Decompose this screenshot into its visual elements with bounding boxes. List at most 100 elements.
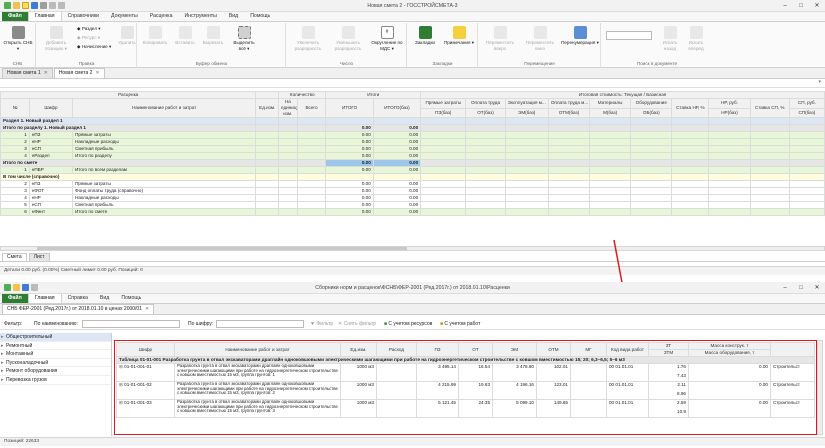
close-icon[interactable]: ✕: [44, 69, 48, 78]
resource-button[interactable]: ◆ Ресурс ▾: [77, 35, 100, 41]
cell-itogo[interactable]: 0.00: [325, 201, 374, 209]
cell-extra[interactable]: [504, 208, 549, 216]
cell-extra[interactable]: [465, 117, 506, 125]
cell-perunit[interactable]: [278, 180, 298, 188]
cell-itogo-base[interactable]: 0.00: [372, 152, 422, 160]
cell-extra[interactable]: [630, 117, 673, 125]
with-works-button[interactable]: ■ С учетом работ: [440, 318, 480, 330]
cell-extra[interactable]: [547, 131, 591, 139]
cell-extra[interactable]: [749, 131, 790, 139]
cell-extra[interactable]: [504, 187, 549, 195]
cell-itogo-base[interactable]: 0.00: [372, 187, 422, 195]
cell-code[interactable]: нФОТ: [28, 187, 74, 195]
cell-itogo-base[interactable]: 0.00: [372, 166, 422, 174]
cell-extra[interactable]: [630, 194, 673, 202]
table-row[interactable]: В том числе (справочно): [0, 173, 825, 181]
cell-unit[interactable]: [255, 201, 280, 209]
cell-extra[interactable]: [671, 138, 710, 146]
cell-extra[interactable]: [504, 117, 549, 125]
cell-extra[interactable]: [547, 180, 591, 188]
cell-extra[interactable]: [465, 180, 506, 188]
cell-extra[interactable]: [671, 117, 710, 125]
new-file-icon[interactable]: [22, 2, 29, 9]
cell-extra[interactable]: [708, 180, 751, 188]
cell-name[interactable]: Сметная прибыль: [72, 201, 257, 209]
cell-itogo[interactable]: [325, 173, 374, 181]
col-unit[interactable]: Ед.изм.: [255, 98, 280, 118]
cell-num[interactable]: В том числе (справочно): [0, 173, 257, 181]
cell-extra[interactable]: [708, 145, 751, 153]
cell-perunit[interactable]: [278, 194, 298, 202]
col-machine-labor[interactable]: Оплата труда м...: [547, 98, 591, 109]
cell-extra[interactable]: [708, 194, 751, 202]
cell-extra[interactable]: [708, 173, 751, 181]
cell-perunit[interactable]: [278, 117, 298, 125]
cell-num[interactable]: 1: [0, 166, 30, 174]
cell-unit[interactable]: [255, 166, 280, 174]
tree-item[interactable]: Пусконаладочный: [0, 359, 111, 368]
cell-extra[interactable]: [788, 173, 825, 181]
cell-total[interactable]: [296, 131, 327, 139]
cell-extra[interactable]: [671, 166, 710, 174]
cell-num[interactable]: 2: [0, 180, 30, 188]
cell-extra[interactable]: [420, 145, 467, 153]
cell-extra[interactable]: [708, 159, 751, 167]
cell-itogo[interactable]: 0.00: [325, 187, 374, 195]
menu-view[interactable]: Вид: [94, 294, 115, 303]
cell-extra[interactable]: [630, 166, 673, 174]
cell-extra[interactable]: [420, 152, 467, 160]
cell-extra[interactable]: [671, 194, 710, 202]
cell-total[interactable]: [296, 180, 327, 188]
cell-extra[interactable]: [749, 194, 790, 202]
cell-name[interactable]: Накладные расходы: [72, 194, 257, 202]
dropdown-arrow-icon[interactable]: ▾: [818, 79, 821, 85]
cell-perunit[interactable]: [278, 173, 298, 181]
cell-extra[interactable]: [749, 201, 790, 209]
menu-help[interactable]: Помощь: [115, 294, 147, 303]
maximize-icon[interactable]: □: [793, 0, 809, 12]
menu-rate[interactable]: Расценка: [144, 12, 179, 21]
round-mds-button[interactable]: # Округление по МДС ▾: [369, 26, 405, 51]
cell-extra[interactable]: [708, 187, 751, 195]
cell-extra[interactable]: [504, 173, 549, 181]
sheet-tab-sheet[interactable]: Лист: [28, 253, 50, 261]
cell-extra[interactable]: [465, 145, 506, 153]
cell-extra[interactable]: [588, 173, 632, 181]
cell-extra[interactable]: [788, 208, 825, 216]
menu-references[interactable]: Справочники: [62, 12, 105, 21]
cell-extra[interactable]: [547, 159, 591, 167]
cell-extra[interactable]: [630, 131, 673, 139]
cell-unit[interactable]: [255, 159, 280, 167]
formula-bar[interactable]: ▾: [0, 79, 825, 88]
cell-itogo-base[interactable]: 0.00: [372, 180, 422, 188]
open-snb-button[interactable]: Открыть СНБ ▾: [2, 26, 34, 51]
table-row[interactable]: 3 нФОТ Фонд оплаты труда (справочно) 0.00 0.…: [0, 187, 825, 195]
cell-extra[interactable]: [504, 201, 549, 209]
cell-extra[interactable]: [588, 124, 632, 132]
cell-extra[interactable]: [749, 117, 790, 125]
cell-extra[interactable]: [749, 208, 790, 216]
col-direct-costs[interactable]: Прямые затраты: [420, 98, 467, 109]
cell-extra[interactable]: [630, 180, 673, 188]
cell-extra[interactable]: [708, 152, 751, 160]
cell-extra[interactable]: [671, 145, 710, 153]
cell-extra[interactable]: [465, 187, 506, 195]
cell-total[interactable]: [296, 117, 327, 125]
section-button[interactable]: ◆ Раздел ▾: [77, 26, 101, 32]
col-materials[interactable]: Материалы: [588, 98, 632, 109]
cell-num[interactable]: 1: [0, 131, 30, 139]
cell-code[interactable]: нФинт: [28, 208, 74, 216]
tab-estimate-1[interactable]: Новая смета 1 ✕: [2, 68, 53, 78]
cell-total[interactable]: [296, 166, 327, 174]
maximize-icon[interactable]: □: [793, 282, 809, 294]
close-icon[interactable]: ✕: [145, 305, 149, 314]
cell-extra[interactable]: [671, 208, 710, 216]
cell-num[interactable]: 3: [0, 145, 30, 153]
with-resources-button[interactable]: ■ С учетом ресурсов: [384, 318, 432, 330]
menu-view[interactable]: Вид: [223, 12, 244, 21]
tree-item[interactable]: Общестроительный: [0, 333, 111, 342]
cell-extra[interactable]: [788, 201, 825, 209]
cell-unit[interactable]: [255, 180, 280, 188]
minimize-icon[interactable]: –: [777, 282, 793, 294]
move-up-button[interactable]: Переместить вверх: [481, 26, 519, 51]
